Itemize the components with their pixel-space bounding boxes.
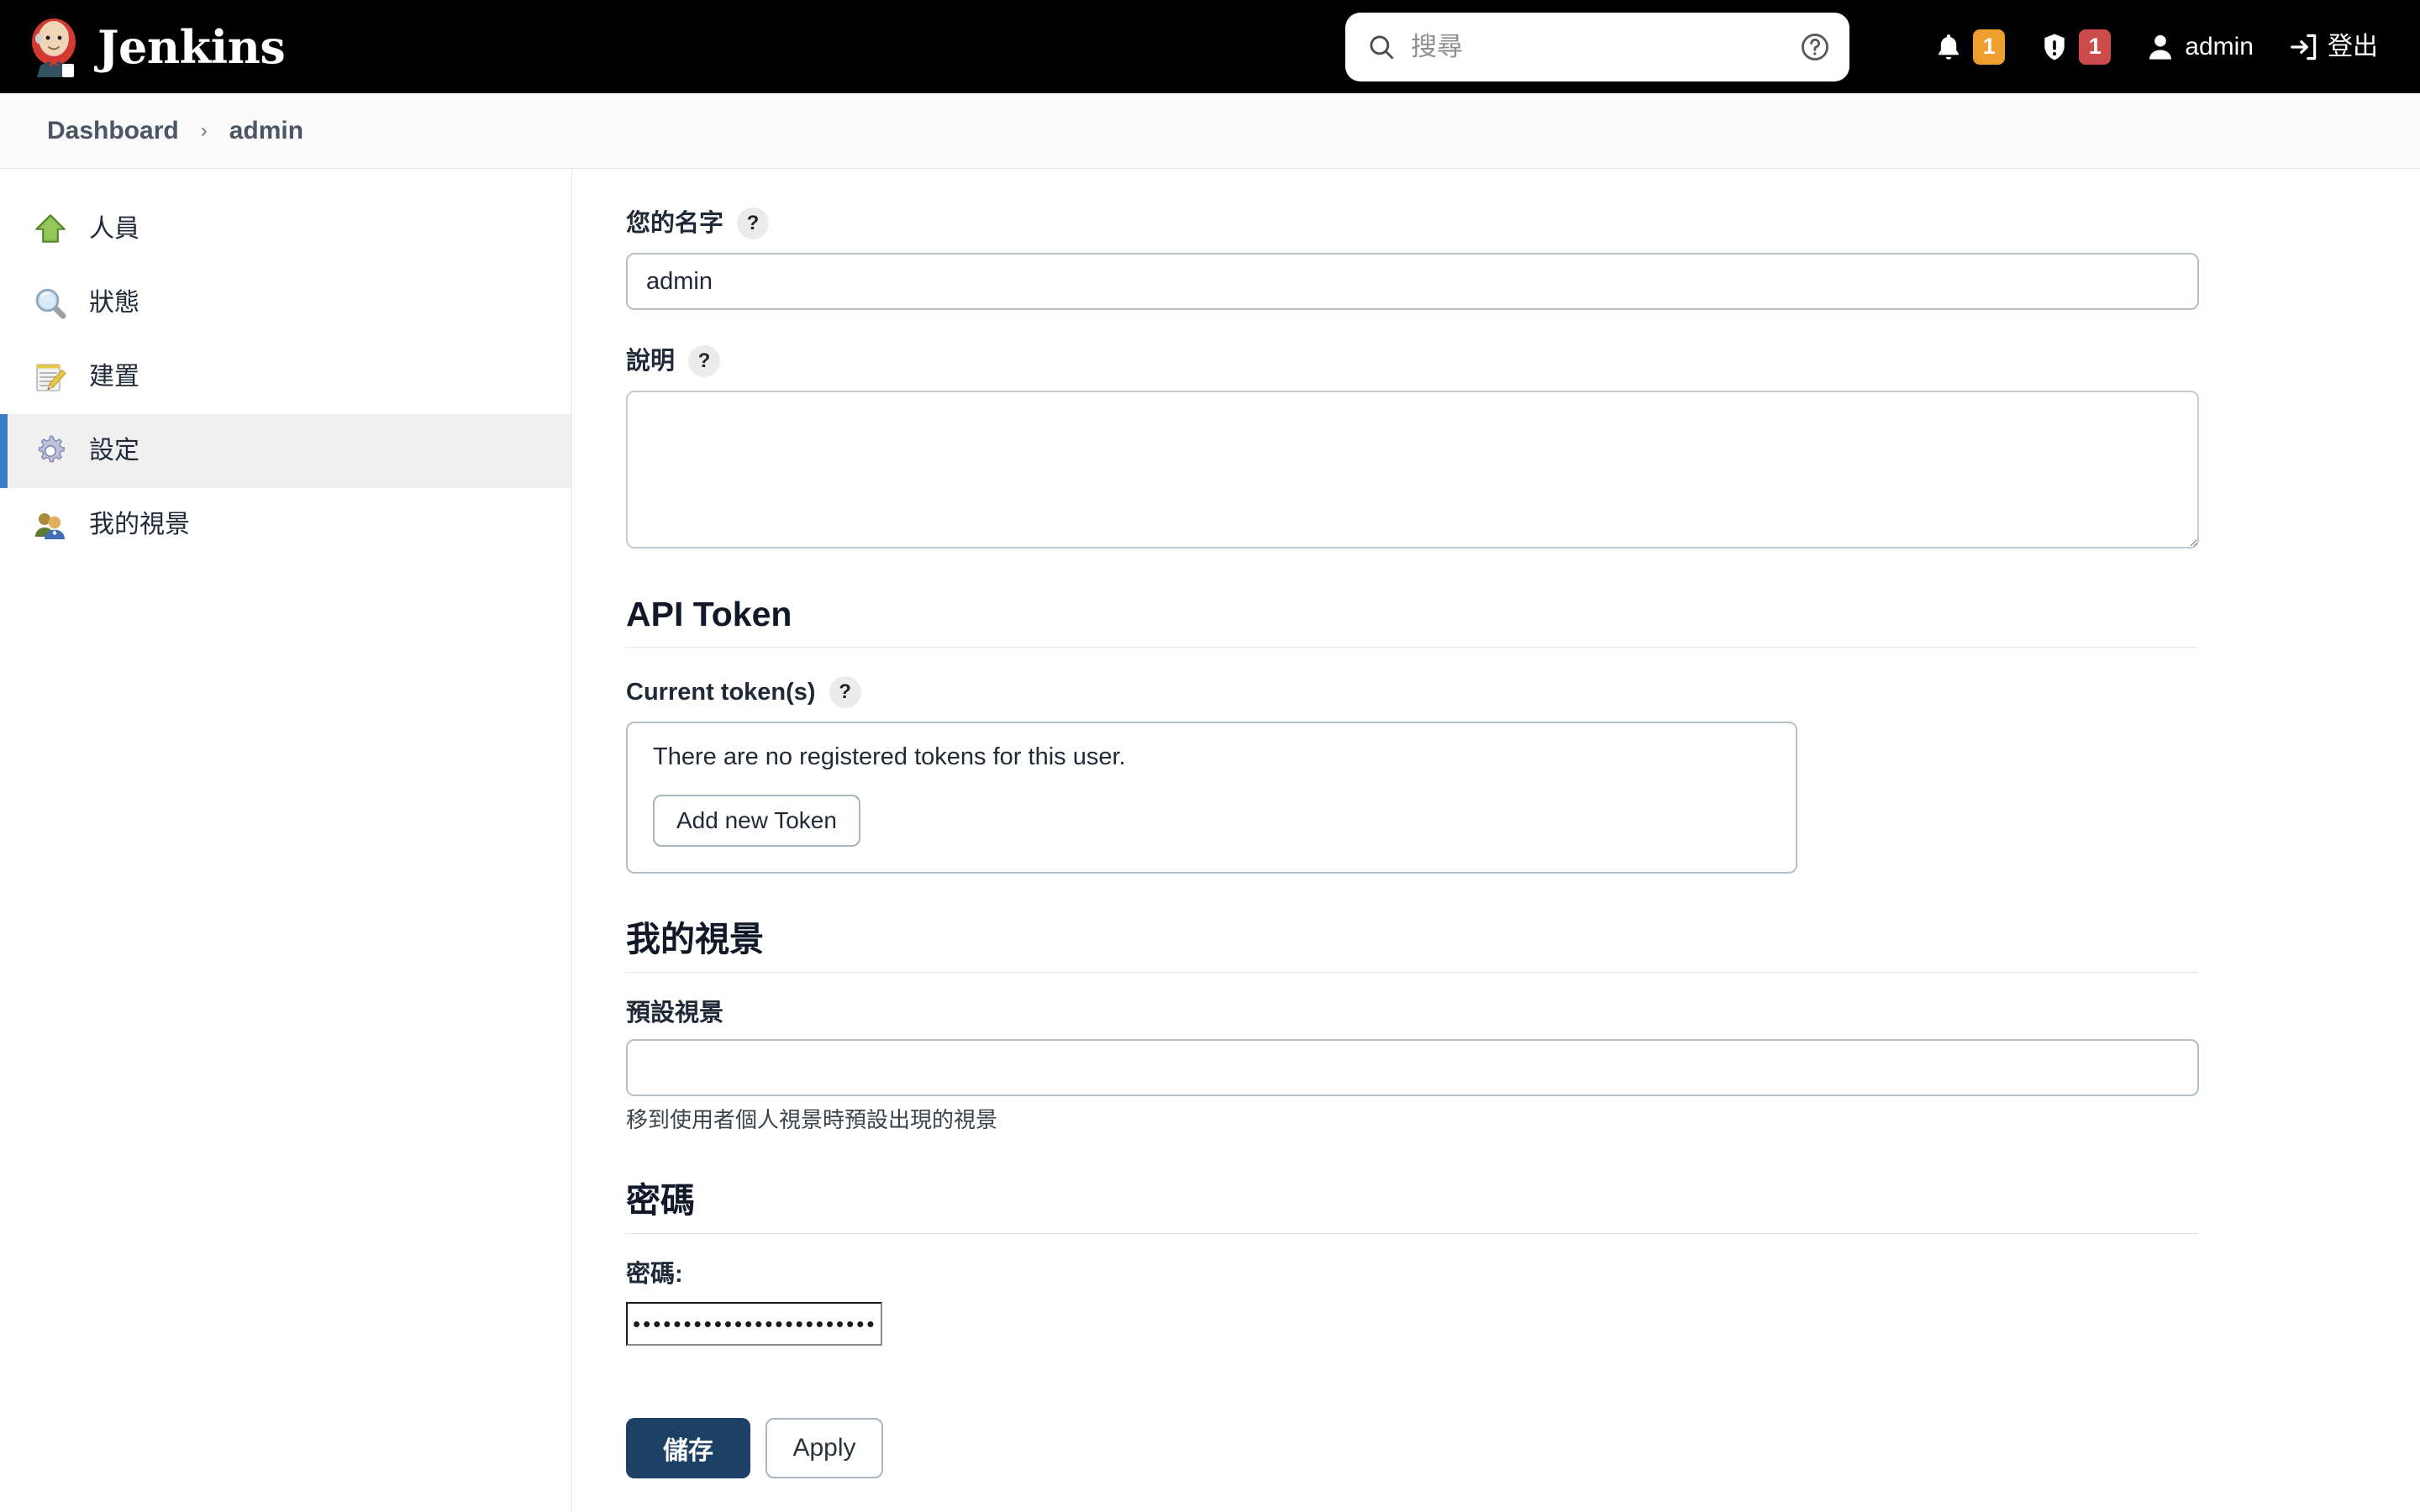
security-count-badge: 1 [2079, 29, 2112, 65]
my-views-heading: 我的視景 [626, 920, 764, 959]
sidebar-item-my-views[interactable]: 我的視景 [0, 488, 571, 562]
token-list-panel: There are no registered tokens for this … [626, 722, 1797, 874]
full-name-input[interactable] [626, 253, 2199, 310]
user-menu-label: admin [2185, 32, 2254, 60]
help-icon[interactable]: ? [737, 207, 770, 239]
sidebar: 人員 狀態 建置 設定 我的視景 [0, 169, 572, 1512]
user-menu-button[interactable]: admin [2128, 0, 2270, 93]
default-view-label: 預設視景 [626, 1000, 724, 1027]
sidebar-item-configure[interactable]: 設定 [0, 414, 571, 488]
app-header: Jenkins 1 [0, 0, 2420, 93]
form-actions: 儲存 Apply [626, 1418, 2194, 1479]
api-token-heading: API Token [626, 595, 792, 633]
sidebar-item-label: 建置 [89, 363, 139, 391]
breadcrumb-item-admin[interactable]: admin [216, 110, 317, 152]
brand-name: Jenkins [97, 19, 286, 74]
people-icon [32, 507, 69, 543]
jenkins-butler-logo-icon [29, 17, 84, 77]
sidebar-item-status[interactable]: 狀態 [0, 266, 571, 340]
logout-label: 登出 [2328, 32, 2378, 60]
full-name-label: 您的名字 [626, 209, 724, 237]
no-tokens-message: There are no registered tokens for this … [653, 743, 1126, 771]
question-circle-icon[interactable] [1799, 31, 1831, 63]
section-divider [626, 972, 2199, 974]
security-button[interactable]: 1 [2022, 0, 2128, 93]
logout-icon [2287, 31, 2319, 63]
add-new-token-button[interactable]: Add new Token [653, 795, 860, 848]
sidebar-item-label: 設定 [89, 437, 139, 465]
notifications-button[interactable]: 1 [1916, 0, 2022, 93]
search-box[interactable] [1345, 13, 1849, 81]
sidebar-item-people[interactable]: 人員 [0, 192, 571, 266]
breadcrumb: Dashboard › admin [0, 93, 2420, 169]
description-textarea[interactable] [626, 391, 2199, 549]
person-icon [2144, 31, 2176, 63]
page-body: 人員 狀態 建置 設定 我的視景 您的名字 ? admin 說明 ? API T… [0, 169, 2420, 1512]
user-config-form: 您的名字 ? 說明 ? API Token Current token(s) ? [572, 169, 2199, 1479]
section-divider [626, 1233, 2199, 1235]
search-icon [1367, 33, 1396, 61]
full-name-label-row: 您的名字 ? [626, 207, 2194, 239]
save-button[interactable]: 儲存 [626, 1418, 750, 1479]
help-icon[interactable]: ? [688, 345, 721, 377]
magnifier-icon [32, 285, 69, 322]
brand-home-link[interactable]: Jenkins [29, 17, 286, 77]
breadcrumb-item-dashboard[interactable]: Dashboard [34, 110, 192, 152]
sidebar-item-builds[interactable]: 建置 [0, 340, 571, 414]
breadcrumb-separator-icon: › [200, 118, 208, 142]
header-actions: 1 1 admin 登出 [1916, 0, 2395, 93]
password-input[interactable] [626, 1302, 882, 1347]
description-field: 說明 ? [626, 345, 2199, 549]
sidebar-item-label: 我的視景 [89, 511, 190, 538]
sidebar-item-label: 狀態 [89, 289, 139, 317]
default-view-label-row: 預設視景 [626, 1001, 2194, 1026]
full-name-field: 您的名字 ? [626, 207, 2199, 310]
notepad-pencil-icon [32, 359, 69, 396]
description-label: 說明 [626, 347, 676, 375]
password-label: 密碼: [626, 1261, 683, 1289]
default-view-hint: 移到使用者個人視景時預設出現的視景 [626, 1107, 998, 1133]
section-divider [626, 647, 2199, 648]
green-up-arrow-icon [32, 211, 69, 248]
apply-button[interactable]: Apply [765, 1418, 883, 1479]
gear-icon [32, 433, 69, 470]
main-content: 您的名字 ? 說明 ? API Token Current token(s) ? [572, 169, 2420, 1512]
current-tokens-label-row: Current token(s) ? [626, 676, 2194, 709]
help-icon[interactable]: ? [829, 676, 861, 709]
password-heading: 密碼 [626, 1181, 695, 1221]
logout-button[interactable]: 登出 [2270, 0, 2395, 93]
bell-icon [1933, 31, 1965, 63]
notifications-count-badge: 1 [1973, 29, 2006, 65]
sidebar-item-label: 人員 [89, 215, 139, 243]
default-view-input[interactable] [626, 1039, 2199, 1097]
current-tokens-label: Current token(s) [626, 678, 816, 706]
search-input[interactable] [1411, 32, 1784, 62]
description-label-row: 說明 ? [626, 345, 2194, 377]
shield-exclamation-icon [2039, 31, 2070, 63]
